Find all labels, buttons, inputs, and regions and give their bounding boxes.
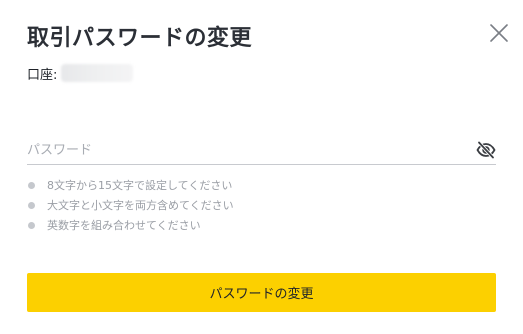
password-rule: 英数字を組み合わせてください: [27, 215, 234, 235]
password-rules-list: 8文字から15文字で設定してください 大文字と小文字を両方含めてください 英数字…: [27, 175, 234, 235]
dialog-title: 取引パスワードの変更: [27, 26, 253, 51]
eye-off-icon: [476, 140, 496, 160]
password-rule-text: 8文字から15文字で設定してください: [47, 179, 233, 192]
bullet-dot-icon: [28, 221, 35, 229]
change-password-button[interactable]: パスワードの変更: [27, 273, 496, 312]
toggle-password-visibility-button[interactable]: [476, 140, 496, 160]
bullet-dot-icon: [28, 201, 35, 209]
password-rule-text: 英数字を組み合わせてください: [47, 219, 201, 232]
password-rule: 大文字と小文字を両方含めてください: [27, 195, 234, 215]
account-label: 口座:: [27, 67, 58, 83]
close-icon: [490, 24, 508, 42]
account-row: 口座:: [27, 63, 134, 83]
password-input[interactable]: [27, 138, 467, 162]
password-rule-text: 大文字と小文字を両方含めてください: [47, 199, 234, 212]
password-field: [27, 138, 496, 165]
close-button[interactable]: [487, 21, 511, 45]
change-password-dialog: 取引パスワードの変更 口座: 8文字から15文字で設定してください 大文字と小文…: [0, 0, 523, 334]
bullet-dot-icon: [28, 181, 35, 189]
account-number-masked: [61, 64, 134, 82]
password-rule: 8文字から15文字で設定してください: [27, 175, 234, 195]
